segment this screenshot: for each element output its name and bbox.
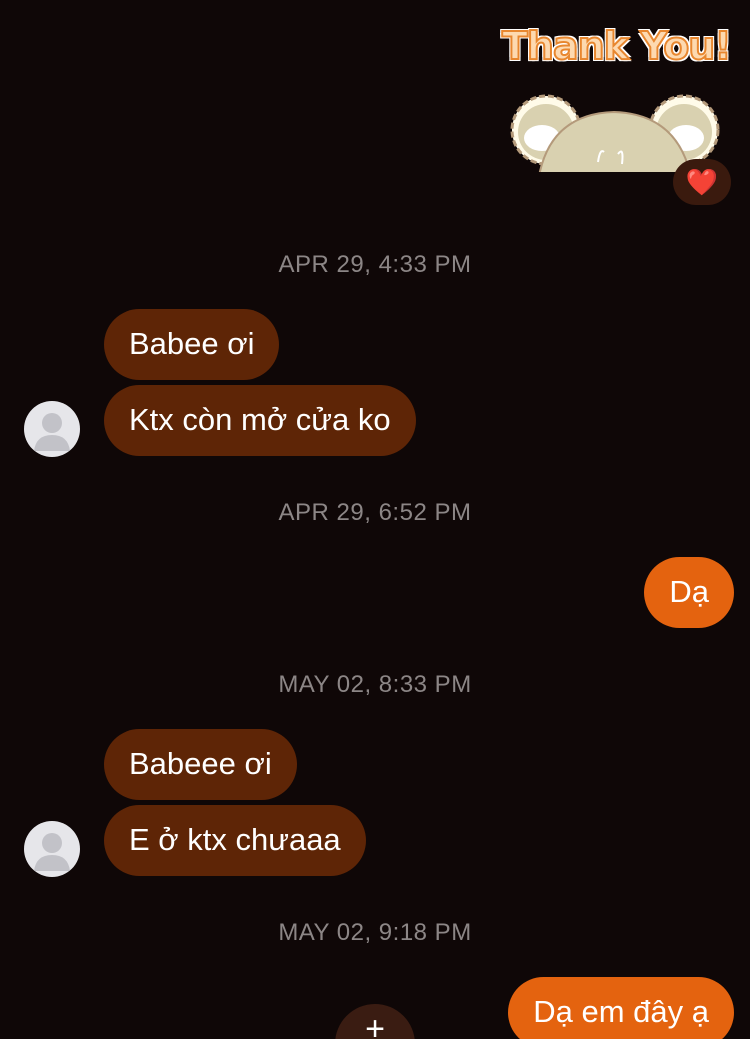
outgoing-message[interactable]: Dạ em đây ạ bbox=[508, 977, 734, 1039]
plus-icon[interactable]: + bbox=[335, 1004, 415, 1039]
default-avatar-icon[interactable] bbox=[24, 401, 80, 457]
incoming-message[interactable]: Ktx còn mở cửa ko bbox=[104, 385, 416, 456]
timestamp: MAY 02, 9:18 PM bbox=[278, 919, 472, 946]
incoming-message[interactable]: Babee ơi bbox=[104, 309, 280, 380]
default-avatar-icon[interactable] bbox=[24, 821, 80, 877]
sticker-thank-you[interactable]: Thank You! bbox=[501, 23, 733, 69]
timestamp: MAY 02, 8:33 PM bbox=[278, 671, 472, 698]
incoming-message[interactable]: E ở ktx chưaaa bbox=[104, 805, 366, 876]
heart-icon[interactable]: ❤️ bbox=[673, 159, 731, 205]
outgoing-message[interactable]: Dạ bbox=[644, 557, 734, 628]
timestamp: APR 29, 4:33 PM bbox=[278, 251, 472, 278]
incoming-message[interactable]: Babeee ơi bbox=[104, 729, 297, 800]
timestamp: APR 29, 6:52 PM bbox=[278, 499, 472, 526]
